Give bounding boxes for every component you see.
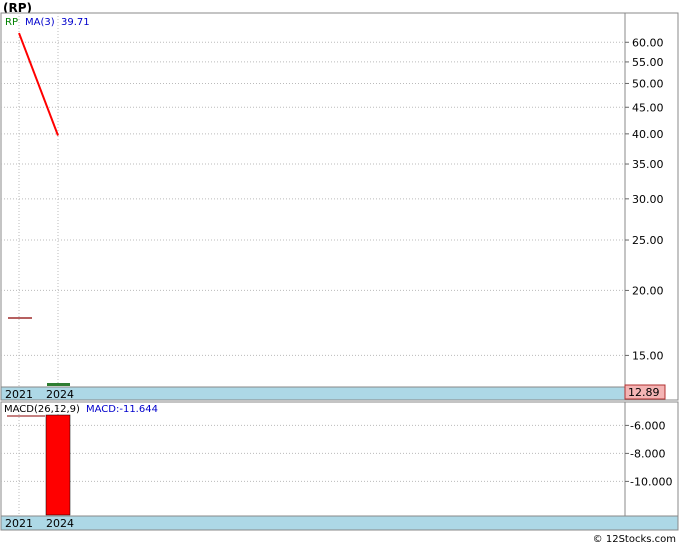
price-tick-label: 40.00 <box>632 128 664 141</box>
price-xlabel-2024: 2024 <box>46 388 74 401</box>
macd-bar <box>45 414 71 516</box>
macd-panel: -6.000 -8.000 -10.000 MACD(26,12,9) MACD:-… <box>0 401 679 531</box>
macd-value-label: MACD:-11.644 <box>86 404 158 415</box>
macd-date-band <box>0 515 679 531</box>
price-date-band <box>0 386 626 401</box>
macd-xlabel-2024: 2024 <box>46 517 74 530</box>
legend-symbol: RP <box>5 17 18 28</box>
price-plot-frame <box>0 12 679 401</box>
price-tick-label: 55.00 <box>632 56 664 69</box>
macd-tick-label: -10.000 <box>630 475 672 488</box>
macd-tick-labels: -6.000 -8.000 -10.000 <box>625 419 672 488</box>
legend-ma-label: MA(3) <box>25 17 55 28</box>
price-tick-label: 30.00 <box>632 193 664 206</box>
footer-credit: © 12Stocks.com <box>593 534 676 545</box>
macd-tick-label: -6.000 <box>630 419 665 432</box>
macd-tick-label: -8.000 <box>630 447 665 460</box>
macd-series-group <box>45 414 71 516</box>
volume-bar <box>47 383 70 386</box>
price-tick-label: 15.00 <box>632 349 664 362</box>
macd-title: MACD(26,12,9) <box>4 404 80 415</box>
price-tick-label: 25.00 <box>632 234 664 247</box>
legend-ma-value: 39.71 <box>61 17 90 28</box>
macd-plot-frame <box>0 401 679 531</box>
last-price-label: 12.89 <box>628 386 660 399</box>
price-tick-label: 60.00 <box>632 36 664 49</box>
macd-xlabel-2021: 2021 <box>5 517 33 530</box>
stock-chart: (RP) 60.0055.0050.0045.0040.0035.0030.00… <box>0 1 679 545</box>
price-tick-label: 45.00 <box>632 101 664 114</box>
price-tick-label: 35.00 <box>632 158 664 171</box>
price-panel: (RP) 60.0055.0050.0045.0040.0035.0030.00… <box>0 1 679 401</box>
price-tick-label: 20.00 <box>632 284 664 297</box>
price-xlabel-2021: 2021 <box>5 388 33 401</box>
price-tick-label: 50.00 <box>632 77 664 90</box>
